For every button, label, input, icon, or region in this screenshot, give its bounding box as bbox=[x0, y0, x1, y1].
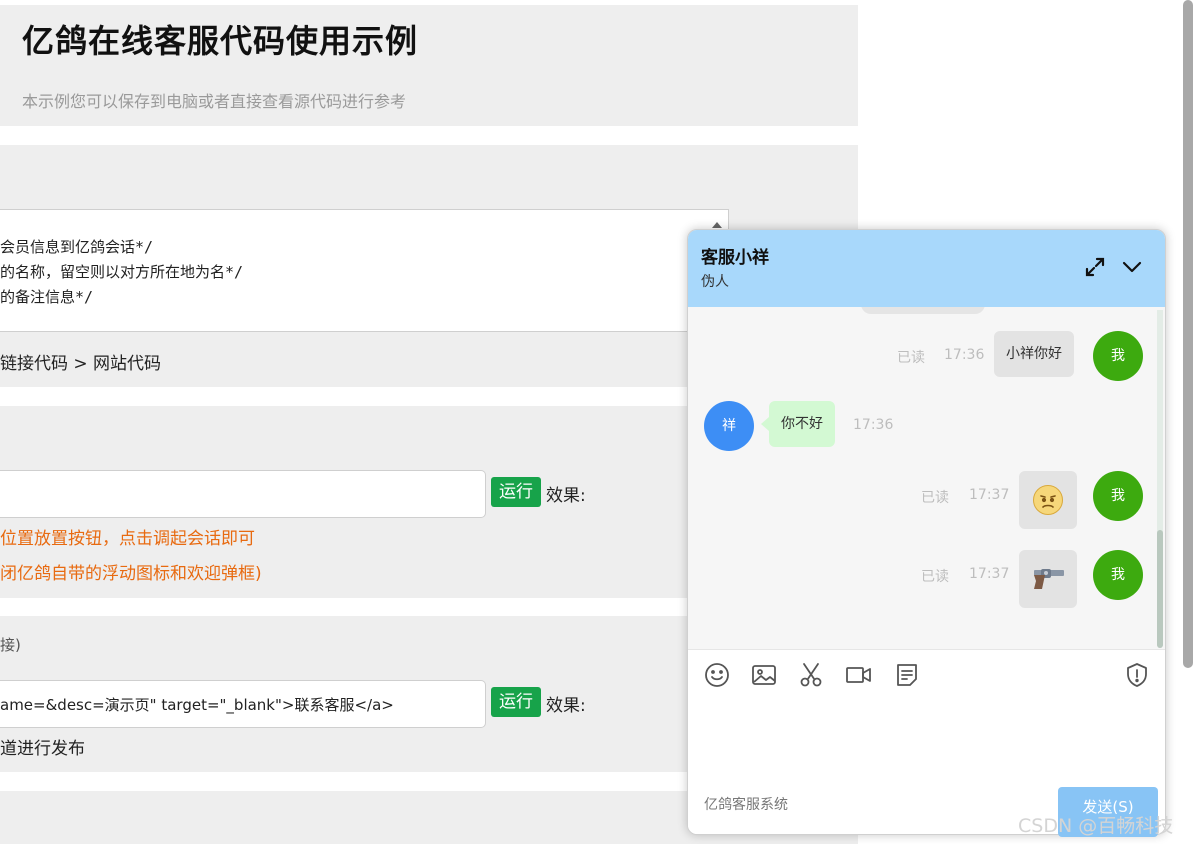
chat-widget: 客服小祥 伪人 已读 17:36 小祥你好 我 祥 你不好 17:36 已读 1… bbox=[687, 229, 1166, 835]
link-code-value: ame=&desc=演示页" target="_blank">联系客服</a> bbox=[0, 696, 394, 714]
chat-subtitle: 伪人 bbox=[701, 274, 729, 290]
watermark: CSDN @百畅科技 bbox=[1018, 815, 1174, 837]
avatar: 我 bbox=[1093, 331, 1143, 381]
message-time: 17:37 bbox=[969, 487, 1010, 503]
emoji-bubble bbox=[1019, 550, 1077, 608]
page-subtitle: 本示例您可以保存到电脑或者直接查看源代码进行参考 bbox=[22, 92, 407, 111]
code-path-text: 链接代码 > 网站代码 bbox=[0, 354, 162, 374]
bubble-tail bbox=[761, 417, 769, 431]
note-text: 道进行发布 bbox=[0, 739, 85, 759]
link-code-input[interactable]: ame=&desc=演示页" target="_blank">联系客服</a> bbox=[0, 680, 486, 728]
chat-toolbar bbox=[688, 649, 1165, 700]
code-line: 的备注信息*/ bbox=[0, 288, 94, 306]
scissors-icon[interactable] bbox=[798, 662, 824, 688]
footer-brand: 亿鸽客服系统 bbox=[704, 797, 788, 813]
message-time: 17:36 bbox=[944, 347, 985, 363]
textarea-scroll-up-icon[interactable] bbox=[712, 222, 722, 228]
pistol-icon bbox=[1030, 566, 1066, 592]
note-text: 位置放置按钮，点击调起会话即可 bbox=[0, 529, 255, 549]
shield-icon[interactable] bbox=[1124, 662, 1150, 688]
video-icon[interactable] bbox=[846, 662, 872, 688]
message-list[interactable]: 已读 17:36 小祥你好 我 祥 你不好 17:36 已读 17:37 我 已… bbox=[688, 307, 1165, 649]
chat-header: 客服小祥 伪人 bbox=[688, 230, 1165, 307]
message-time: 17:37 bbox=[969, 566, 1010, 582]
message-bubble: 你不好 bbox=[769, 401, 835, 447]
read-status: 已读 bbox=[921, 569, 949, 585]
cut-off-bubble bbox=[861, 307, 985, 314]
chevron-down-icon[interactable] bbox=[1120, 256, 1144, 278]
run-button[interactable]: 运行 bbox=[491, 477, 541, 507]
page-title: 亿鸽在线客服代码使用示例 bbox=[22, 22, 419, 60]
message-scrollbar-thumb[interactable] bbox=[1157, 530, 1163, 648]
message-bubble: 小祥你好 bbox=[994, 331, 1074, 377]
avatar: 我 bbox=[1093, 471, 1143, 521]
run-button[interactable]: 运行 bbox=[491, 687, 541, 717]
code-line: 会员信息到亿鸽会话*/ bbox=[0, 238, 154, 256]
note-icon[interactable] bbox=[894, 662, 920, 688]
effect-label: 效果: bbox=[546, 696, 586, 716]
expand-icon[interactable] bbox=[1084, 256, 1106, 278]
image-icon[interactable] bbox=[751, 662, 777, 688]
note-text: 闭亿鸽自带的浮动图标和欢迎弹框) bbox=[0, 564, 262, 584]
code-line: 的名称，留空则以对方所在地为名*/ bbox=[0, 263, 244, 281]
read-status: 已读 bbox=[897, 350, 925, 366]
worried-face-icon bbox=[1033, 485, 1063, 515]
chat-title: 客服小祥 bbox=[701, 248, 769, 268]
read-status: 已读 bbox=[921, 490, 949, 506]
message-time: 17:36 bbox=[853, 417, 894, 433]
effect-label: 效果: bbox=[546, 486, 586, 506]
avatar: 祥 bbox=[704, 401, 754, 451]
page-scrollbar-thumb[interactable] bbox=[1183, 0, 1193, 668]
button-code-input[interactable] bbox=[0, 470, 486, 518]
smile-icon[interactable] bbox=[704, 662, 730, 688]
avatar: 我 bbox=[1093, 550, 1143, 600]
section-heading: 接) bbox=[0, 636, 21, 654]
emoji-bubble bbox=[1019, 471, 1077, 529]
